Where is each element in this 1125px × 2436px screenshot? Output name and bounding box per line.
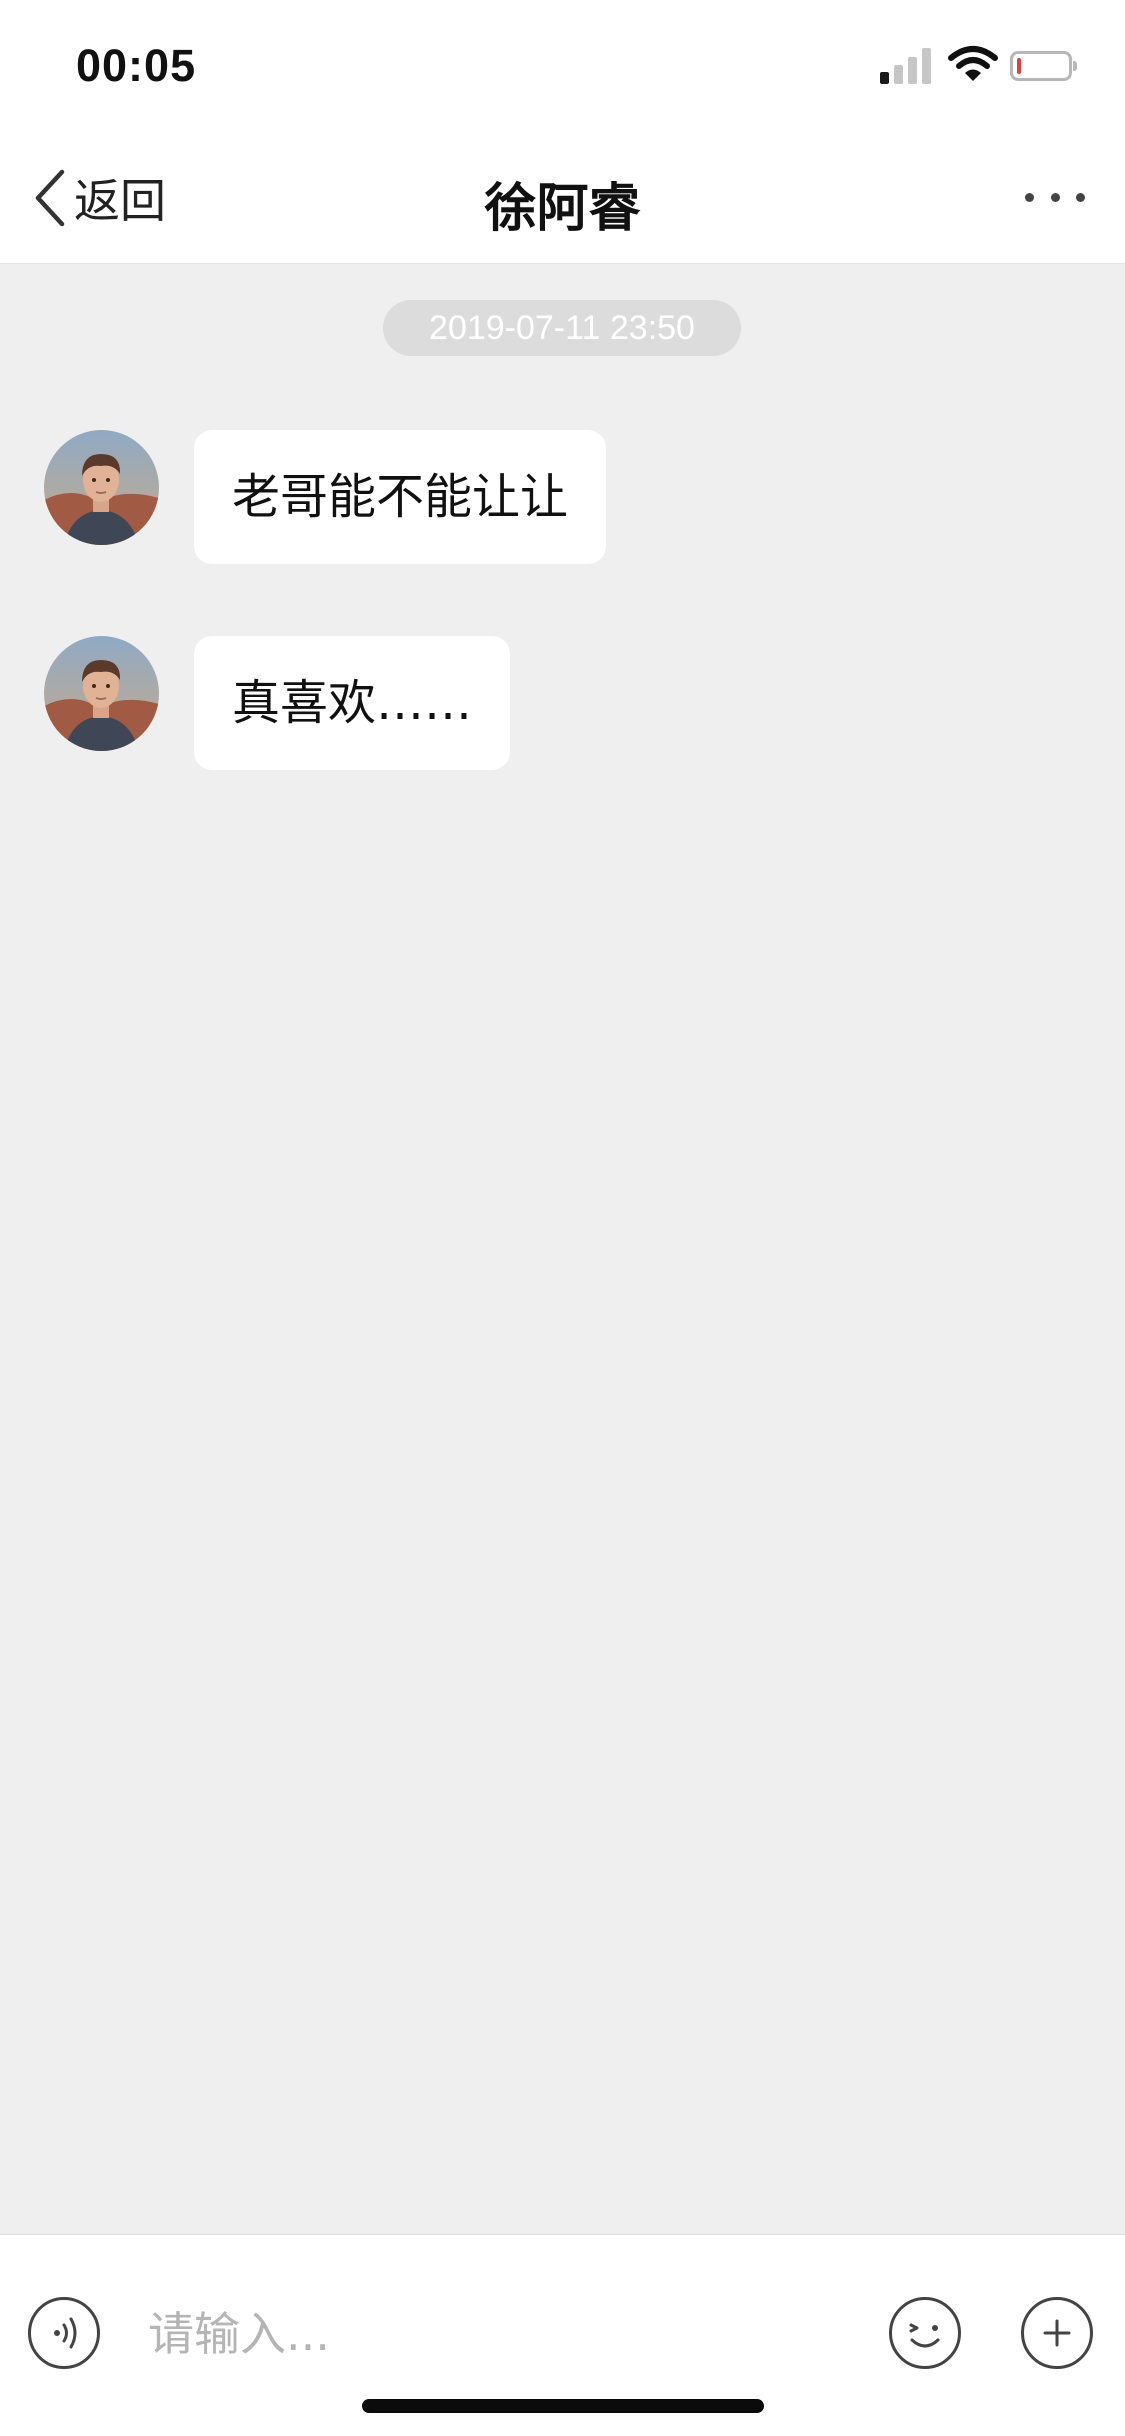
navigation-bar: 返回 徐阿睿 xyxy=(0,132,1125,264)
message-bubble[interactable]: 真喜欢…… xyxy=(194,636,511,770)
more-dot xyxy=(1076,192,1085,202)
voice-icon xyxy=(54,2317,77,2349)
wifi-icon xyxy=(948,46,998,81)
battery-level xyxy=(1017,58,1021,74)
chat-area[interactable]: 2019-07-11 23:50 老哥能不能让让 真喜欢…… xyxy=(0,264,1125,2234)
status-time: 00:05 xyxy=(76,40,197,91)
contact-avatar[interactable] xyxy=(44,636,159,751)
voice-button[interactable] xyxy=(28,2297,100,2369)
home-indicator[interactable] xyxy=(362,2399,764,2413)
status-bar: 00:05 xyxy=(0,0,1125,132)
more-button[interactable] xyxy=(1025,172,1085,222)
message-bubble[interactable]: 老哥能不能让让 xyxy=(194,430,607,564)
avatar-portrait xyxy=(44,430,159,545)
message-timestamp: 2019-07-11 23:50 xyxy=(383,300,741,356)
avatar-portrait xyxy=(44,636,159,751)
add-button[interactable] xyxy=(1021,2297,1093,2369)
message-input[interactable] xyxy=(148,2291,848,2377)
battery-low-icon xyxy=(1010,51,1077,81)
more-dot xyxy=(1025,192,1034,202)
emoji-icon xyxy=(909,2323,940,2348)
more-dot xyxy=(1050,192,1060,202)
input-bar xyxy=(0,2234,1125,2436)
page-title: 徐阿睿 xyxy=(484,179,641,239)
plus-icon xyxy=(1043,2319,1071,2347)
contact-avatar[interactable] xyxy=(44,430,159,545)
emoji-button[interactable] xyxy=(889,2297,961,2369)
cellular-signal-icon xyxy=(880,48,936,84)
